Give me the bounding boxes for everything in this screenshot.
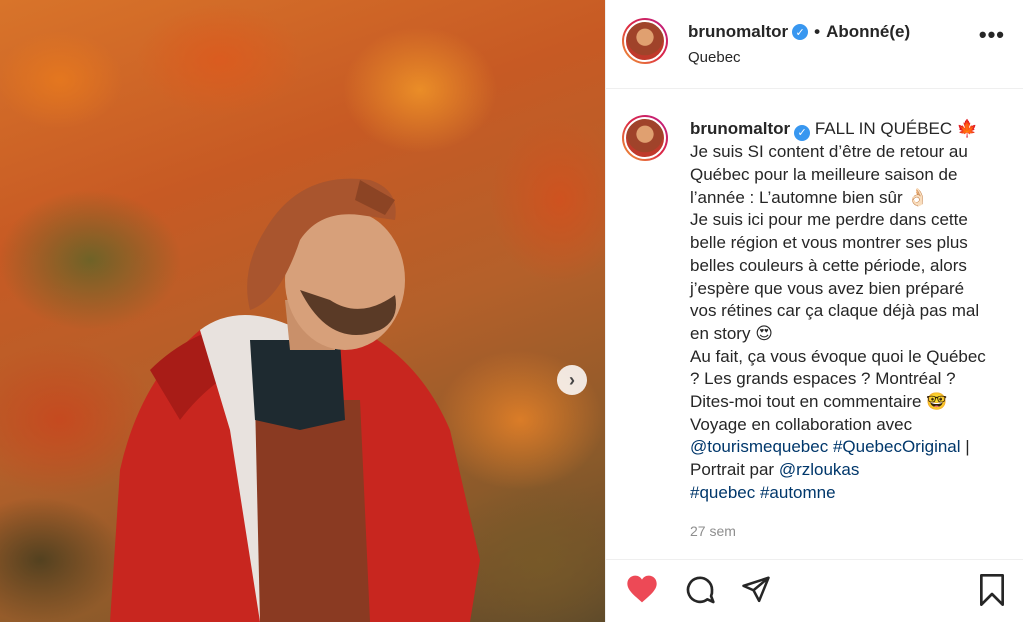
caption-line: Au fait, ça vous évoque quoi le Québec <box>690 346 986 366</box>
separator-text: | <box>960 437 970 457</box>
caption-line: belle région et vous montrer ses plus <box>690 233 968 253</box>
share-icon[interactable] <box>740 574 772 609</box>
portrait-prefix: Portrait par <box>690 460 779 480</box>
caption-line: Voyage en collaboration avec <box>690 414 913 434</box>
bookmark-icon[interactable] <box>978 574 1006 611</box>
post-photo[interactable]: › <box>0 0 605 622</box>
caption-line: belles couleurs à cette période, alors <box>690 255 967 275</box>
caption-avatar[interactable] <box>622 115 668 161</box>
hashtag-link[interactable]: #QuebecOriginal <box>833 437 961 456</box>
verified-badge-icon: ✓ <box>792 24 809 40</box>
action-bar <box>606 559 1023 622</box>
caption-first-line: brunomaltor ✓ FALL IN QUÉBEC 🍁 <box>690 118 1016 142</box>
caption-line: Québec pour la meilleure saison de <box>690 165 958 185</box>
post-timestamp[interactable]: 27 sem <box>690 523 736 539</box>
caption-line: j’espère que vous avez bien préparé <box>690 278 965 298</box>
post-sidebar: brunomaltor ✓ • Abonné(e) Quebec ••• bru… <box>605 0 1023 622</box>
caption-line: en story 😍 <box>690 323 773 343</box>
follow-status-button[interactable]: Abonné(e) <box>826 22 910 42</box>
caption-line: ? Les grands espaces ? Montréal ? <box>690 369 956 389</box>
comment-icon[interactable] <box>684 574 716 611</box>
heart-icon[interactable] <box>626 574 658 609</box>
caption-portrait-line: Portrait par @rzloukas <box>690 459 1016 482</box>
caption-line: vos rétines car ça claque déjà pas mal <box>690 301 980 321</box>
more-icon[interactable]: ••• <box>979 24 1005 46</box>
caption-line: Je suis ici pour me perdre dans cette <box>690 210 968 230</box>
hashtag-link[interactable]: #quebec <box>690 483 755 502</box>
chevron-right-icon: › <box>569 369 575 390</box>
caption-line: FALL IN QUÉBEC 🍁 <box>814 119 979 138</box>
verified-badge-icon: ✓ <box>794 125 811 142</box>
caption-line: Je suis SI content d’être de retour au <box>690 142 968 162</box>
mention-link[interactable]: @tourismequebec <box>690 437 828 456</box>
person-illustration <box>110 178 480 622</box>
caption-tag-line: @tourismequebec #QuebecOriginal | <box>690 436 1016 459</box>
caption-text: brunomaltor ✓ FALL IN QUÉBEC 🍁 Je suis SI… <box>690 118 1016 505</box>
caption-hashtag-line: #quebec #automne <box>690 482 1016 505</box>
hashtag-link[interactable]: #automne <box>760 483 836 502</box>
caption-username-link[interactable]: brunomaltor <box>690 119 790 138</box>
caption-line: l’année : L’automne bien sûr 👌🏻 <box>690 187 929 207</box>
caption-section: brunomaltor ✓ FALL IN QUÉBEC 🍁 Je suis SI… <box>606 89 1023 559</box>
location-link[interactable]: Quebec <box>688 49 741 66</box>
next-photo-button[interactable]: › <box>557 365 587 395</box>
caption-line: Dites-moi tout en commentaire 🤓 <box>690 392 948 412</box>
username-link[interactable]: brunomaltor <box>688 22 788 42</box>
separator-dot: • <box>814 22 821 41</box>
header-line: brunomaltor ✓ • Abonné(e) <box>688 22 910 42</box>
post-header: brunomaltor ✓ • Abonné(e) Quebec ••• <box>606 0 1023 89</box>
mention-link[interactable]: @rzloukas <box>779 460 860 479</box>
avatar[interactable] <box>622 18 668 64</box>
